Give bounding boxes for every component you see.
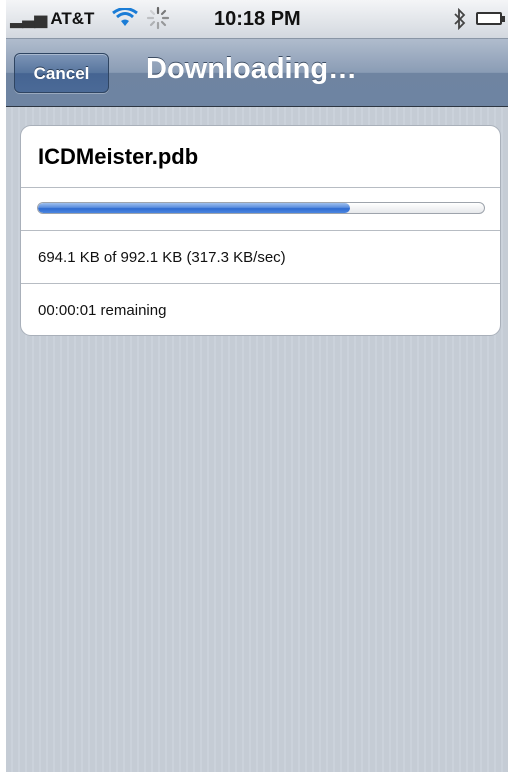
bluetooth-icon	[454, 8, 466, 30]
remaining-row: 00:00:01 remaining	[21, 284, 500, 335]
status-bar: ▂▃▅ AT&T 10:18 PM	[6, 0, 508, 39]
file-name: ICDMeister.pdb	[38, 144, 199, 169]
progress-bar	[37, 202, 485, 214]
download-card: ICDMeister.pdb 694.1 KB of 992.1 KB (317…	[20, 125, 501, 336]
carrier-label: AT&T	[50, 9, 95, 28]
screen: ▂▃▅ AT&T 10:18 PM Cancel Downloading… IC…	[6, 0, 508, 772]
progress-fill	[38, 203, 351, 213]
content-area: ICDMeister.pdb 694.1 KB of 992.1 KB (317…	[6, 107, 508, 772]
clock: 10:18 PM	[214, 8, 301, 30]
download-size-status: 694.1 KB of 992.1 KB (317.3 KB/sec)	[38, 249, 286, 266]
file-name-row: ICDMeister.pdb	[21, 126, 500, 188]
size-row: 694.1 KB of 992.1 KB (317.3 KB/sec)	[21, 231, 500, 284]
progress-row	[21, 188, 500, 231]
cancel-button[interactable]: Cancel	[14, 53, 109, 93]
activity-spinner-icon	[146, 6, 170, 30]
wifi-icon	[112, 8, 138, 26]
navigation-bar: Cancel Downloading…	[6, 39, 508, 107]
page-title: Downloading…	[146, 53, 358, 85]
battery-icon	[476, 12, 505, 25]
signal-icon: ▂▃▅	[10, 9, 47, 28]
time-remaining: 00:00:01 remaining	[38, 302, 167, 319]
carrier-indicator: ▂▃▅ AT&T	[10, 9, 94, 29]
